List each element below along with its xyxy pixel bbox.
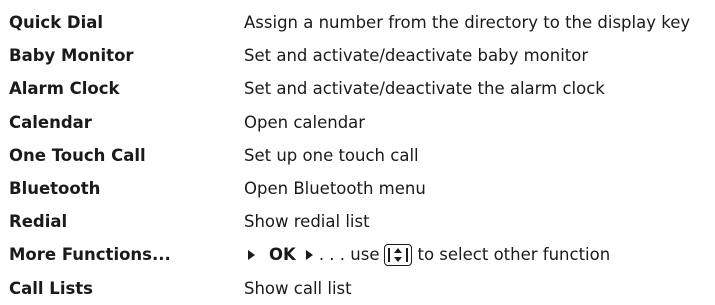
function-description: Set and activate/deactivate baby monitor (244, 46, 589, 66)
function-description: Open Bluetooth menu (244, 179, 426, 199)
function-name: Baby Monitor (9, 46, 134, 66)
function-description: Show call list (244, 278, 352, 298)
list-item: Bluetooth Open Bluetooth menu (9, 172, 709, 205)
list-item: Alarm Clock Set and activate/deactivate … (9, 72, 709, 105)
list-item: Redial Show redial list (9, 205, 709, 238)
list-item: More Functions... OK . . . use to select… (9, 238, 709, 271)
ok-key-label: OK (269, 245, 296, 265)
function-description: Assign a number from the directory to th… (244, 13, 691, 33)
function-name: Redial (9, 212, 68, 232)
function-name: Alarm Clock (9, 79, 120, 99)
instruction-suffix: to select other function (417, 245, 611, 265)
function-list: Quick Dial Assign a number from the dire… (9, 6, 709, 305)
instruction-prefix: . . . use (318, 245, 380, 265)
arrow-right-icon (248, 249, 255, 260)
function-name: Call Lists (9, 278, 93, 298)
list-item: Quick Dial Assign a number from the dire… (9, 6, 709, 39)
navigation-key-up-down-icon (383, 243, 412, 266)
list-item: One Touch Call Set up one touch call (9, 139, 709, 172)
function-description: Set and activate/deactivate the alarm cl… (244, 79, 605, 99)
function-name: More Functions... (9, 245, 171, 265)
function-description: Open calendar (244, 112, 366, 132)
function-name: Calendar (9, 112, 92, 132)
list-item: Baby Monitor Set and activate/deactivate… (9, 39, 709, 72)
list-item: Calendar Open calendar (9, 106, 709, 139)
function-description: OK . . . use to select other function (244, 243, 611, 266)
function-name: One Touch Call (9, 145, 146, 165)
function-name: Quick Dial (9, 13, 104, 33)
list-item: Call Lists Show call list (9, 272, 709, 305)
arrow-right-icon (305, 249, 313, 260)
function-description: Show redial list (244, 212, 370, 232)
function-name: Bluetooth (9, 179, 101, 199)
function-description: Set up one touch call (244, 145, 419, 165)
